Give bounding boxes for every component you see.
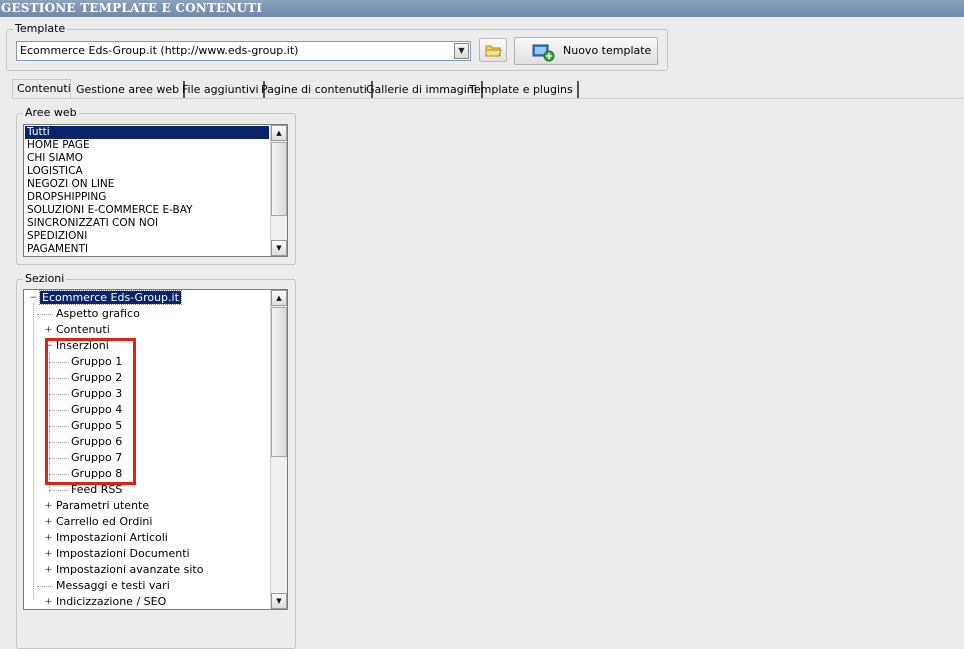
tab-label: Gestione aree web (76, 83, 180, 96)
tab-pagine-di-contenuti[interactable]: Pagine di contenuti (257, 81, 373, 99)
tree-node-label: Indicizzazione / SEO (56, 595, 167, 608)
scroll-down-icon[interactable]: ▼ (271, 593, 287, 609)
tree-node-impostazioni-documenti[interactable]: Impostazioni Documenti (56, 546, 190, 562)
tree-node-label: Aspetto grafico (56, 307, 140, 320)
tree-line (37, 586, 53, 587)
tab-file-aggiuntivi[interactable]: File aggiuntivi (178, 81, 265, 99)
new-template-button[interactable]: Nuovo template (514, 37, 658, 65)
new-template-label: Nuovo template (563, 44, 652, 57)
tree-node-messaggi-e-testi-vari[interactable]: Messaggi e testi vari (56, 578, 170, 594)
tree-node-aspetto-grafico[interactable]: Aspetto grafico (56, 306, 140, 322)
aree-web-label: Aree web (23, 106, 79, 120)
tree-node-label: Impostazioni Documenti (56, 547, 190, 560)
expand-icon[interactable]: + (44, 518, 53, 527)
sezioni-label: Sezioni (23, 272, 67, 286)
list-item[interactable]: DROPSHIPPING (25, 191, 269, 204)
list-item[interactable]: PAGAMENTI (25, 243, 269, 256)
tree-node-indicizzazione-seo[interactable]: Indicizzazione / SEO (56, 594, 167, 609)
expand-icon[interactable]: + (44, 326, 53, 335)
template-select-value: Ecommerce Eds-Group.it (http://www.eds-g… (20, 44, 299, 57)
tree-node-carrello-ed-ordini[interactable]: Carrello ed Ordini (56, 514, 152, 530)
chevron-down-icon[interactable]: ▼ (454, 43, 469, 59)
tab-label: File aggiuntivi (182, 83, 259, 96)
collapse-icon[interactable]: − (29, 294, 38, 303)
sezioni-scrollbar[interactable]: ▲ ▼ (270, 290, 287, 609)
scroll-up-icon[interactable]: ▲ (271, 290, 287, 306)
list-item[interactable]: CHI SIAMO (25, 152, 269, 165)
template-group-label: Template (13, 22, 68, 36)
expand-icon[interactable]: + (44, 502, 53, 511)
expand-icon[interactable]: + (44, 598, 53, 607)
list-item[interactable]: NEGOZI ON LINE (25, 178, 269, 191)
scroll-up-icon[interactable]: ▲ (271, 125, 287, 141)
aree-web-list[interactable]: Tutti HOME PAGE CHI SIAMO LOGISTICA NEGO… (23, 124, 288, 257)
tab-label: Contenuti (17, 82, 71, 95)
tab-gestione-aree-web[interactable]: Gestione aree web (72, 81, 186, 99)
list-item[interactable]: Tutti (25, 126, 269, 139)
tree-node-contenuti[interactable]: Contenuti (56, 322, 110, 338)
tab-label: Pagine di contenuti (261, 83, 367, 96)
tab-contenuti[interactable]: Contenuti (12, 79, 71, 99)
open-folder-button[interactable] (479, 38, 507, 62)
scroll-down-icon[interactable]: ▼ (271, 240, 287, 256)
window-title: GESTIONE TEMPLATE E CONTENUTI (0, 0, 964, 17)
scroll-thumb[interactable] (271, 142, 287, 216)
add-template-icon (532, 44, 555, 62)
tree-node-parametri-utente[interactable]: Parametri utente (56, 498, 149, 514)
tree-node-label: Impostazioni Articoli (56, 531, 168, 544)
list-item[interactable]: SPEDIZIONI (25, 230, 269, 243)
tree-node-impostazioni-articoli[interactable]: Impostazioni Articoli (56, 530, 168, 546)
list-item[interactable]: LOGISTICA (25, 165, 269, 178)
tree-node-label: Impostazioni avanzate sito (56, 563, 204, 576)
list-item[interactable]: SINCRONIZZATI CON NOI (25, 217, 269, 230)
tree-node-label: Carrello ed Ordini (56, 515, 153, 528)
folder-icon (485, 45, 502, 57)
list-item[interactable]: SOLUZIONI E-COMMERCE E-BAY (25, 204, 269, 217)
tree-line (49, 490, 69, 491)
expand-icon[interactable]: + (44, 534, 53, 543)
template-select[interactable]: Ecommerce Eds-Group.it (http://www.eds-g… (16, 41, 471, 61)
scroll-thumb[interactable] (271, 307, 287, 457)
aree-web-scrollbar[interactable]: ▲ ▼ (270, 125, 287, 256)
tree-node-label: Messaggi e testi vari (56, 579, 170, 592)
list-item[interactable]: HOME PAGE (25, 139, 269, 152)
tree-node-impostazioni-avanzate-sito[interactable]: Impostazioni avanzate sito (56, 562, 203, 578)
tree-node-root[interactable]: Ecommerce Eds-Group.it (39, 290, 182, 306)
tab-label: Template e plugins (469, 83, 573, 96)
tree-line (37, 314, 53, 315)
expand-icon[interactable]: + (44, 550, 53, 559)
tab-label: Gallerie di immagini (366, 83, 477, 96)
tree-node-label: Parametri utente (56, 499, 150, 512)
tree-line (33, 303, 34, 599)
highlight-box (45, 338, 136, 485)
tab-divider (12, 98, 964, 99)
expand-icon[interactable]: + (44, 566, 53, 575)
tree-node-label: Contenuti (56, 323, 110, 336)
tree-node-label: Ecommerce Eds-Group.it (39, 290, 182, 305)
tab-template-e-plugins[interactable]: Template e plugins (465, 81, 579, 99)
